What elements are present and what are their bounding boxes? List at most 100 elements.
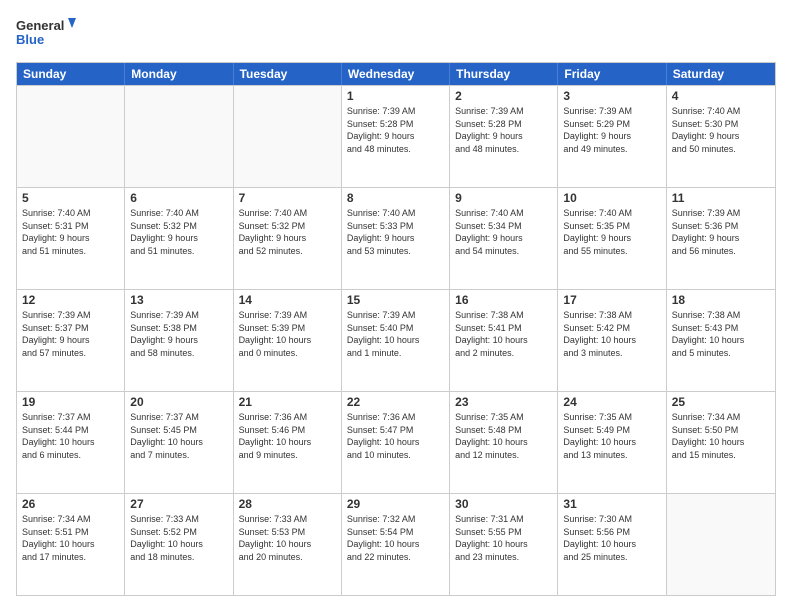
cell-info: Sunrise: 7:39 AM Sunset: 5:29 PM Dayligh… — [563, 105, 660, 155]
cell-info: Sunrise: 7:35 AM Sunset: 5:48 PM Dayligh… — [455, 411, 552, 461]
cell-info: Sunrise: 7:40 AM Sunset: 5:34 PM Dayligh… — [455, 207, 552, 257]
cell-day-number: 15 — [347, 293, 444, 307]
header: General Blue — [16, 16, 776, 52]
cell-info: Sunrise: 7:33 AM Sunset: 5:53 PM Dayligh… — [239, 513, 336, 563]
cell-day-number: 31 — [563, 497, 660, 511]
calendar-row: 1 Sunrise: 7:39 AM Sunset: 5:28 PM Daylig… — [17, 85, 775, 187]
calendar-cell: 4 Sunrise: 7:40 AM Sunset: 5:30 PM Daylig… — [667, 86, 775, 187]
calendar-cell: 27 Sunrise: 7:33 AM Sunset: 5:52 PM Dayli… — [125, 494, 233, 595]
cell-info: Sunrise: 7:39 AM Sunset: 5:28 PM Dayligh… — [455, 105, 552, 155]
calendar-cell: 23 Sunrise: 7:35 AM Sunset: 5:48 PM Dayli… — [450, 392, 558, 493]
calendar: SundayMondayTuesdayWednesdayThursdayFrid… — [16, 62, 776, 596]
cell-info: Sunrise: 7:37 AM Sunset: 5:45 PM Dayligh… — [130, 411, 227, 461]
cell-day-number: 16 — [455, 293, 552, 307]
cell-day-number: 22 — [347, 395, 444, 409]
calendar-cell: 29 Sunrise: 7:32 AM Sunset: 5:54 PM Dayli… — [342, 494, 450, 595]
calendar-cell: 30Sunrise: 7:31 AM Sunset: 5:55 PM Dayli… — [450, 494, 558, 595]
calendar-cell: 1 Sunrise: 7:39 AM Sunset: 5:28 PM Daylig… — [342, 86, 450, 187]
cell-info: Sunrise: 7:30 AM Sunset: 5:56 PM Dayligh… — [563, 513, 660, 563]
calendar-cell: 3 Sunrise: 7:39 AM Sunset: 5:29 PM Daylig… — [558, 86, 666, 187]
cell-day-number: 24 — [563, 395, 660, 409]
cell-info: Sunrise: 7:36 AM Sunset: 5:47 PM Dayligh… — [347, 411, 444, 461]
cell-info: Sunrise: 7:32 AM Sunset: 5:54 PM Dayligh… — [347, 513, 444, 563]
cell-day-number: 3 — [563, 89, 660, 103]
calendar-cell: 28 Sunrise: 7:33 AM Sunset: 5:53 PM Dayli… — [234, 494, 342, 595]
calendar-cell — [234, 86, 342, 187]
cell-info: Sunrise: 7:35 AM Sunset: 5:49 PM Dayligh… — [563, 411, 660, 461]
cell-info: Sunrise: 7:40 AM Sunset: 5:33 PM Dayligh… — [347, 207, 444, 257]
calendar-cell: 7Sunrise: 7:40 AM Sunset: 5:32 PM Daylig… — [234, 188, 342, 289]
cell-day-number: 14 — [239, 293, 336, 307]
cell-day-number: 13 — [130, 293, 227, 307]
calendar-cell: 17 Sunrise: 7:38 AM Sunset: 5:42 PM Dayli… — [558, 290, 666, 391]
calendar-row: 5 Sunrise: 7:40 AM Sunset: 5:31 PM Daylig… — [17, 187, 775, 289]
weekday-header: Friday — [558, 63, 666, 85]
cell-info: Sunrise: 7:40 AM Sunset: 5:31 PM Dayligh… — [22, 207, 119, 257]
svg-text:General: General — [16, 18, 64, 33]
cell-info: Sunrise: 7:40 AM Sunset: 5:30 PM Dayligh… — [672, 105, 770, 155]
calendar-row: 26 Sunrise: 7:34 AM Sunset: 5:51 PM Dayli… — [17, 493, 775, 595]
calendar-cell: 18Sunrise: 7:38 AM Sunset: 5:43 PM Dayli… — [667, 290, 775, 391]
cell-day-number: 11 — [672, 191, 770, 205]
cell-day-number: 27 — [130, 497, 227, 511]
calendar-cell: 10 Sunrise: 7:40 AM Sunset: 5:35 PM Dayli… — [558, 188, 666, 289]
cell-day-number: 26 — [22, 497, 119, 511]
cell-info: Sunrise: 7:34 AM Sunset: 5:50 PM Dayligh… — [672, 411, 770, 461]
cell-day-number: 5 — [22, 191, 119, 205]
cell-info: Sunrise: 7:40 AM Sunset: 5:35 PM Dayligh… — [563, 207, 660, 257]
weekday-header: Tuesday — [234, 63, 342, 85]
cell-info: Sunrise: 7:38 AM Sunset: 5:41 PM Dayligh… — [455, 309, 552, 359]
cell-day-number: 30 — [455, 497, 552, 511]
cell-day-number: 29 — [347, 497, 444, 511]
cell-day-number: 10 — [563, 191, 660, 205]
calendar-cell: 26 Sunrise: 7:34 AM Sunset: 5:51 PM Dayli… — [17, 494, 125, 595]
cell-info: Sunrise: 7:38 AM Sunset: 5:43 PM Dayligh… — [672, 309, 770, 359]
cell-day-number: 25 — [672, 395, 770, 409]
cell-info: Sunrise: 7:34 AM Sunset: 5:51 PM Dayligh… — [22, 513, 119, 563]
calendar-cell: 22 Sunrise: 7:36 AM Sunset: 5:47 PM Dayli… — [342, 392, 450, 493]
cell-info: Sunrise: 7:40 AM Sunset: 5:32 PM Dayligh… — [130, 207, 227, 257]
calendar-row: 19 Sunrise: 7:37 AM Sunset: 5:44 PM Dayli… — [17, 391, 775, 493]
cell-info: Sunrise: 7:39 AM Sunset: 5:28 PM Dayligh… — [347, 105, 444, 155]
weekday-header: Thursday — [450, 63, 558, 85]
calendar-cell: 5 Sunrise: 7:40 AM Sunset: 5:31 PM Daylig… — [17, 188, 125, 289]
cell-info: Sunrise: 7:33 AM Sunset: 5:52 PM Dayligh… — [130, 513, 227, 563]
cell-day-number: 20 — [130, 395, 227, 409]
calendar-cell — [667, 494, 775, 595]
cell-day-number: 9 — [455, 191, 552, 205]
cell-day-number: 17 — [563, 293, 660, 307]
cell-day-number: 28 — [239, 497, 336, 511]
cell-day-number: 1 — [347, 89, 444, 103]
calendar-cell: 9 Sunrise: 7:40 AM Sunset: 5:34 PM Daylig… — [450, 188, 558, 289]
calendar-row: 12 Sunrise: 7:39 AM Sunset: 5:37 PM Dayli… — [17, 289, 775, 391]
calendar-cell: 24 Sunrise: 7:35 AM Sunset: 5:49 PM Dayli… — [558, 392, 666, 493]
calendar-cell — [125, 86, 233, 187]
cell-day-number: 21 — [239, 395, 336, 409]
weekday-header: Saturday — [667, 63, 775, 85]
cell-day-number: 19 — [22, 395, 119, 409]
cell-day-number: 23 — [455, 395, 552, 409]
cell-day-number: 7 — [239, 191, 336, 205]
calendar-cell: 8 Sunrise: 7:40 AM Sunset: 5:33 PM Daylig… — [342, 188, 450, 289]
calendar-cell: 15 Sunrise: 7:39 AM Sunset: 5:40 PM Dayli… — [342, 290, 450, 391]
cell-info: Sunrise: 7:39 AM Sunset: 5:39 PM Dayligh… — [239, 309, 336, 359]
cell-info: Sunrise: 7:38 AM Sunset: 5:42 PM Dayligh… — [563, 309, 660, 359]
cell-info: Sunrise: 7:39 AM Sunset: 5:37 PM Dayligh… — [22, 309, 119, 359]
page: General Blue SundayMondayTuesdayWednesda… — [0, 0, 792, 612]
calendar-cell: 21Sunrise: 7:36 AM Sunset: 5:46 PM Dayli… — [234, 392, 342, 493]
cell-info: Sunrise: 7:39 AM Sunset: 5:40 PM Dayligh… — [347, 309, 444, 359]
cell-day-number: 8 — [347, 191, 444, 205]
cell-day-number: 12 — [22, 293, 119, 307]
weekday-header: Monday — [125, 63, 233, 85]
calendar-cell: 19 Sunrise: 7:37 AM Sunset: 5:44 PM Dayli… — [17, 392, 125, 493]
calendar-cell: 13Sunrise: 7:39 AM Sunset: 5:38 PM Dayli… — [125, 290, 233, 391]
calendar-cell: 31 Sunrise: 7:30 AM Sunset: 5:56 PM Dayli… — [558, 494, 666, 595]
calendar-cell — [17, 86, 125, 187]
weekday-header: Wednesday — [342, 63, 450, 85]
cell-day-number: 6 — [130, 191, 227, 205]
calendar-header: SundayMondayTuesdayWednesdayThursdayFrid… — [17, 63, 775, 85]
logo-svg: General Blue — [16, 16, 76, 52]
cell-info: Sunrise: 7:37 AM Sunset: 5:44 PM Dayligh… — [22, 411, 119, 461]
cell-day-number: 2 — [455, 89, 552, 103]
cell-day-number: 4 — [672, 89, 770, 103]
